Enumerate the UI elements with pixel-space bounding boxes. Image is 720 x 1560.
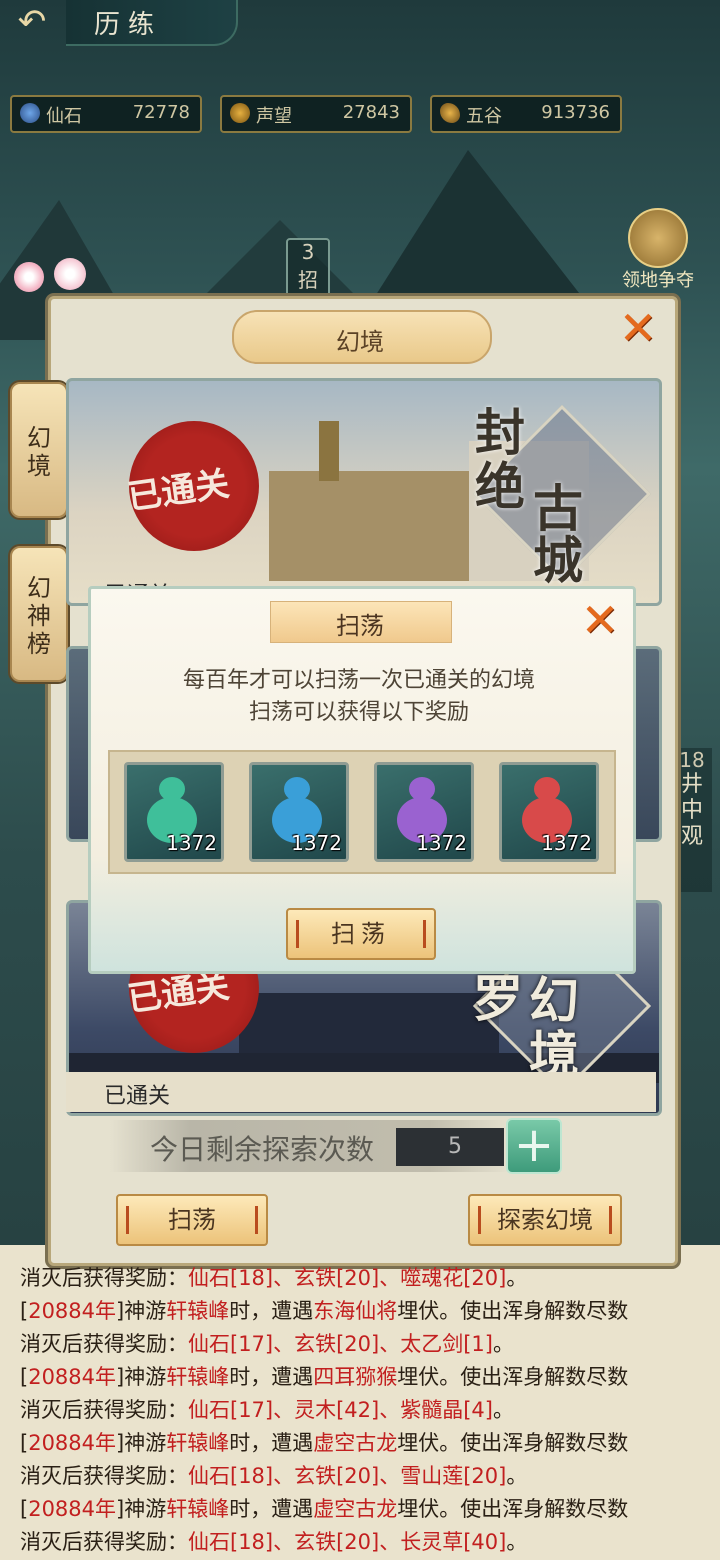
panel-close-button[interactable]: ✕ — [616, 305, 660, 351]
map-badge: 3 招 — [286, 238, 330, 298]
realm-name-char: 绝 — [475, 458, 525, 516]
reward-item[interactable]: 1372 — [374, 762, 474, 862]
tab-char: 境 — [27, 452, 51, 480]
crab-emblem-icon — [628, 208, 688, 268]
explore-button-label: 探索幻境 — [497, 1206, 593, 1234]
log-line: 消灭后获得奖励：仙石[18]、玄铁[20]、长灵草[40]。 — [20, 1530, 528, 1554]
resource-value: 72778 — [132, 102, 190, 123]
tab-char: 幻 — [27, 574, 51, 602]
location-char: 井 — [680, 772, 703, 797]
reward-item[interactable]: 1372 — [124, 762, 224, 862]
resource-value: 913736 — [541, 102, 610, 123]
realm-name-char: 古 — [533, 480, 583, 538]
log-line: [20884年]神游轩辕峰时，遭遇虚空古龙埋伏。使出浑身解数尽数 — [20, 1431, 629, 1455]
log-line: 消灭后获得奖励：仙石[18]、玄铁[20]、雪山莲[20]。 — [20, 1464, 528, 1488]
log-line: [20884年]神游轩辕峰时，遭遇虚空古龙埋伏。使出浑身解数尽数 — [20, 1497, 629, 1521]
close-icon: ✕ — [618, 301, 658, 355]
grain-icon — [440, 103, 460, 123]
territory-war-button[interactable]: 领地争夺 — [608, 208, 708, 292]
resource-name: 声望 — [256, 106, 292, 127]
reward-count: 1372 — [166, 831, 217, 855]
map-location-jingzhongguan[interactable]: 18 井 中 观 — [672, 748, 712, 892]
reward-count: 1372 — [291, 831, 342, 855]
page-title: 历练 — [94, 10, 163, 40]
realm-name-char: 封 — [475, 404, 525, 462]
reward-item[interactable]: 1372 — [499, 762, 599, 862]
dialog-message-line2: 扫荡可以获得以下奖励 — [248, 700, 469, 725]
resource-name: 五谷 — [466, 106, 502, 127]
tab-realm-ranking[interactable]: 幻 神 榜 — [10, 546, 68, 682]
location-char: 中 — [680, 798, 703, 823]
add-attempts-button[interactable]: + — [506, 1118, 562, 1174]
realm-name-char: 城 — [533, 532, 583, 590]
spirit-stone-icon — [20, 103, 40, 123]
tab-char: 榜 — [27, 630, 51, 658]
reward-count: 1372 — [416, 831, 467, 855]
dialog-title: 扫荡 — [336, 612, 384, 640]
sweep-button[interactable]: 扫荡 — [116, 1194, 268, 1246]
map-badge-label: 招 — [298, 268, 318, 292]
flower-icon — [54, 258, 86, 290]
tab-char: 神 — [27, 602, 51, 630]
location-char: 观 — [680, 824, 703, 849]
location-count: 18 — [679, 748, 705, 772]
resource-name: 仙石 — [46, 106, 82, 127]
remaining-value: 5 — [448, 1134, 462, 1159]
tab-realm[interactable]: 幻 境 — [10, 382, 68, 518]
dialog-sweep-button[interactable]: 扫荡 — [286, 908, 436, 960]
flower-icon — [14, 262, 44, 292]
resource-grain: 五谷 913736 — [430, 95, 622, 133]
tab-char: 幻 — [27, 424, 51, 452]
resource-spirit-stone: 仙石 72778 — [10, 95, 202, 133]
remaining-label: 今日剩余探索次数 — [150, 1133, 375, 1166]
prestige-icon — [230, 103, 250, 123]
territory-label: 领地争夺 — [622, 270, 694, 291]
sweep-button-label: 扫荡 — [168, 1206, 216, 1234]
log-line: 消灭后获得奖励：仙石[17]、灵木[42]、紫髓晶[4]。 — [20, 1398, 514, 1422]
close-icon: ✕ — [580, 593, 620, 647]
dialog-close-button[interactable]: ✕ — [578, 597, 622, 643]
panel-title: 幻境 — [336, 328, 384, 356]
dialog-message-line1: 每百年才可以扫荡一次已通关的幻境 — [182, 668, 535, 693]
map-badge-count: 3 — [301, 240, 315, 264]
reward-item[interactable]: 1372 — [249, 762, 349, 862]
battle-log: 消灭后获得奖励：仙石[18]、玄铁[20]、噬魂花[20]。 [20884年]神… — [20, 1262, 710, 1559]
log-line: 消灭后获得奖励：仙石[18]、玄铁[20]、噬魂花[20]。 — [20, 1266, 528, 1290]
resource-prestige: 声望 27843 — [220, 95, 412, 133]
realm-card-fengjue[interactable]: 已通关 封 绝 古 城 已通关 — [66, 378, 662, 606]
realm-name-char: 罗 — [473, 970, 523, 1028]
log-line: [20884年]神游轩辕峰时，遭遇东海仙将埋伏。使出浑身解数尽数 — [20, 1299, 629, 1323]
back-arrow-icon: ↶ — [17, 2, 47, 42]
realm-name-char: 幻 — [529, 972, 579, 1030]
realm-status: 已通关 — [104, 1084, 171, 1109]
log-line: [20884年]神游轩辕峰时，遭遇四耳猕猴埋伏。使出浑身解数尽数 — [20, 1365, 629, 1389]
dialog-sweep-label: 扫荡 — [331, 920, 391, 948]
plus-icon: + — [513, 1117, 555, 1173]
explore-button[interactable]: 探索幻境 — [468, 1194, 622, 1246]
back-button[interactable]: ↶ — [6, 2, 58, 42]
reward-count: 1372 — [541, 831, 592, 855]
log-line: 消灭后获得奖励：仙石[17]、玄铁[20]、太乙剑[1]。 — [20, 1332, 514, 1356]
resource-value: 27843 — [342, 102, 400, 123]
